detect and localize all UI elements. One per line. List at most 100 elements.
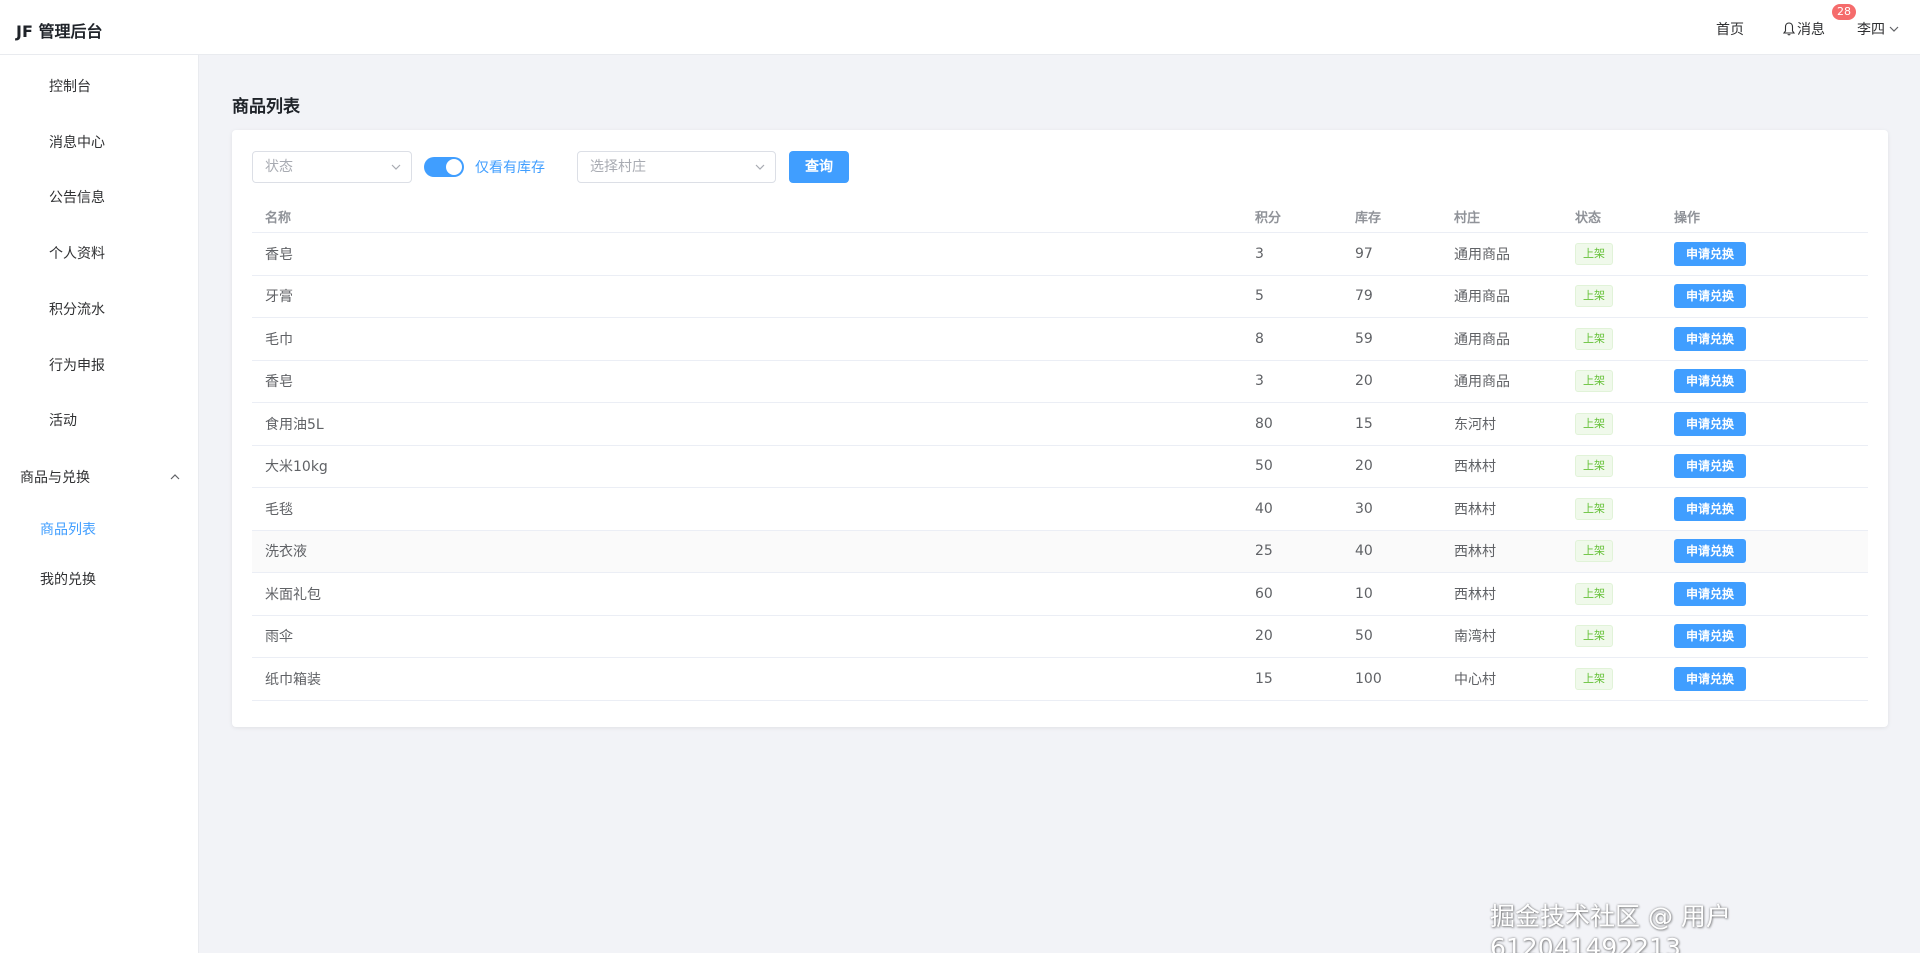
table-row: 毛毯 40 30 西林村 上架 申请兑换 bbox=[252, 488, 1868, 531]
cell-points: 15 bbox=[1255, 670, 1273, 687]
cell-stock: 97 bbox=[1355, 245, 1373, 262]
sidebar-item-product-list[interactable]: 商品列表 bbox=[40, 519, 96, 539]
chevron-down-icon bbox=[755, 164, 765, 170]
status-tag: 上架 bbox=[1575, 242, 1613, 265]
chevron-down-icon bbox=[391, 164, 401, 170]
cell-actions: 申请兑换 bbox=[1674, 318, 1746, 360]
cell-status: 上架 bbox=[1575, 488, 1613, 530]
user-name: 李四 bbox=[1857, 22, 1885, 38]
village-select[interactable]: 选择村庄 bbox=[577, 151, 776, 183]
query-button[interactable]: 查询 bbox=[789, 151, 849, 183]
status-tag: 上架 bbox=[1575, 412, 1613, 435]
sidebar-item-behavior-report[interactable]: 行为申报 bbox=[49, 355, 105, 375]
cell-points: 3 bbox=[1255, 373, 1264, 390]
cell-actions: 申请兑换 bbox=[1674, 488, 1746, 530]
table-row: 香皂 3 97 通用商品 上架 申请兑换 bbox=[252, 233, 1868, 276]
app-brand: JF 管理后台 bbox=[16, 22, 103, 41]
cell-village: 西林村 bbox=[1454, 544, 1496, 561]
cell-points: 20 bbox=[1255, 628, 1273, 645]
cell-village: 通用商品 bbox=[1454, 331, 1510, 348]
cell-name: 毛毯 bbox=[265, 501, 293, 518]
cell-name: 雨伞 bbox=[265, 629, 293, 646]
nav-home-link[interactable]: 首页 bbox=[1716, 19, 1744, 39]
apply-exchange-button[interactable]: 申请兑换 bbox=[1674, 496, 1746, 521]
cell-points: 40 bbox=[1255, 500, 1273, 517]
product-table: 名称 积分 库存 村庄 状态 操作 香皂 3 97 通用商品 上架 申请兑换 牙膏 5 79 通用… bbox=[252, 200, 1868, 701]
apply-exchange-button[interactable]: 申请兑换 bbox=[1674, 241, 1746, 266]
table-row: 毛巾 8 59 通用商品 上架 申请兑换 bbox=[252, 318, 1868, 361]
cell-name: 香皂 bbox=[265, 246, 293, 263]
sidebar-group-label: 商品与兑换 bbox=[20, 470, 90, 486]
cell-status: 上架 bbox=[1575, 658, 1613, 700]
cell-name: 米面礼包 bbox=[265, 586, 321, 603]
sidebar-group-products[interactable]: 商品与兑换 bbox=[20, 467, 180, 487]
table-row: 米面礼包 60 10 西林村 上架 申请兑换 bbox=[252, 573, 1868, 616]
status-tag: 上架 bbox=[1575, 327, 1613, 350]
cell-actions: 申请兑换 bbox=[1674, 403, 1746, 445]
cell-status: 上架 bbox=[1575, 531, 1613, 573]
table-row: 牙膏 5 79 通用商品 上架 申请兑换 bbox=[252, 276, 1868, 318]
apply-exchange-button[interactable]: 申请兑换 bbox=[1674, 539, 1746, 564]
sidebar-item-message-center[interactable]: 消息中心 bbox=[49, 132, 105, 152]
sidebar-item-activities[interactable]: 活动 bbox=[49, 410, 77, 430]
cell-status: 上架 bbox=[1575, 318, 1613, 360]
apply-exchange-button[interactable]: 申请兑换 bbox=[1674, 666, 1746, 691]
nav-messages-link[interactable]: 消息 bbox=[1783, 19, 1825, 39]
table-row: 大米10kg 50 20 西林村 上架 申请兑换 bbox=[252, 446, 1868, 488]
apply-exchange-button[interactable]: 申请兑换 bbox=[1674, 411, 1746, 436]
cell-actions: 申请兑换 bbox=[1674, 361, 1746, 403]
sidebar-item-console[interactable]: 控制台 bbox=[49, 76, 91, 96]
sidebar-item-points-flow[interactable]: 积分流水 bbox=[49, 299, 105, 319]
cell-village: 东河村 bbox=[1454, 416, 1496, 433]
chevron-down-icon bbox=[1889, 26, 1899, 32]
bell-icon bbox=[1783, 22, 1795, 36]
status-select[interactable]: 状态 bbox=[252, 151, 412, 183]
apply-exchange-button[interactable]: 申请兑换 bbox=[1674, 326, 1746, 351]
apply-exchange-button[interactable]: 申请兑换 bbox=[1674, 581, 1746, 606]
cell-actions: 申请兑换 bbox=[1674, 446, 1746, 488]
cell-stock: 59 bbox=[1355, 330, 1373, 347]
in-stock-only-switch[interactable] bbox=[424, 157, 464, 177]
cell-name: 香皂 bbox=[265, 374, 293, 391]
sidebar-item-announcements[interactable]: 公告信息 bbox=[49, 187, 105, 207]
table-body: 香皂 3 97 通用商品 上架 申请兑换 牙膏 5 79 通用商品 上架 申请兑换 毛巾 8 59 通用商品上… bbox=[252, 233, 1868, 701]
cell-points: 60 bbox=[1255, 585, 1273, 602]
apply-exchange-button[interactable]: 申请兑换 bbox=[1674, 624, 1746, 649]
cell-status: 上架 bbox=[1575, 403, 1613, 445]
column-header-name: 名称 bbox=[265, 210, 292, 226]
cell-stock: 10 bbox=[1355, 585, 1373, 602]
cell-actions: 申请兑换 bbox=[1674, 531, 1746, 573]
cell-status: 上架 bbox=[1575, 616, 1613, 658]
sidebar-item-my-exchanges[interactable]: 我的兑换 bbox=[40, 569, 96, 589]
cell-points: 50 bbox=[1255, 458, 1273, 475]
watermark: 掘金技术社区 @ 用户612041492213 bbox=[1490, 902, 1731, 953]
top-header: JF 管理后台 首页 消息 28 李四 bbox=[0, 0, 1920, 55]
status-tag: 上架 bbox=[1575, 582, 1613, 605]
cell-stock: 100 bbox=[1355, 670, 1382, 687]
in-stock-only-label[interactable]: 仅看有库存 bbox=[475, 157, 545, 177]
column-header-status: 状态 bbox=[1575, 210, 1602, 226]
cell-status: 上架 bbox=[1575, 233, 1613, 275]
message-count-badge: 28 bbox=[1832, 4, 1856, 20]
cell-actions: 申请兑换 bbox=[1674, 573, 1746, 615]
status-tag: 上架 bbox=[1575, 455, 1613, 478]
sidebar-item-profile[interactable]: 个人资料 bbox=[49, 243, 105, 263]
column-header-actions: 操作 bbox=[1674, 210, 1701, 226]
cell-points: 5 bbox=[1255, 288, 1264, 305]
filter-bar: 状态 仅看有库存 选择村庄 查询 bbox=[252, 151, 872, 183]
cell-points: 25 bbox=[1255, 543, 1273, 560]
column-header-stock: 库存 bbox=[1355, 210, 1382, 226]
cell-stock: 40 bbox=[1355, 543, 1373, 560]
apply-exchange-button[interactable]: 申请兑换 bbox=[1674, 284, 1746, 309]
status-tag: 上架 bbox=[1575, 370, 1613, 393]
user-menu[interactable]: 李四 bbox=[1857, 19, 1899, 39]
cell-name: 食用油5L bbox=[265, 416, 324, 433]
apply-exchange-button[interactable]: 申请兑换 bbox=[1674, 369, 1746, 394]
cell-status: 上架 bbox=[1575, 573, 1613, 615]
apply-exchange-button[interactable]: 申请兑换 bbox=[1674, 454, 1746, 479]
cell-actions: 申请兑换 bbox=[1674, 233, 1746, 275]
cell-stock: 79 bbox=[1355, 288, 1373, 305]
cell-status: 上架 bbox=[1575, 276, 1613, 318]
nav-messages-label: 消息 bbox=[1797, 22, 1825, 38]
status-select-placeholder: 状态 bbox=[265, 159, 293, 175]
